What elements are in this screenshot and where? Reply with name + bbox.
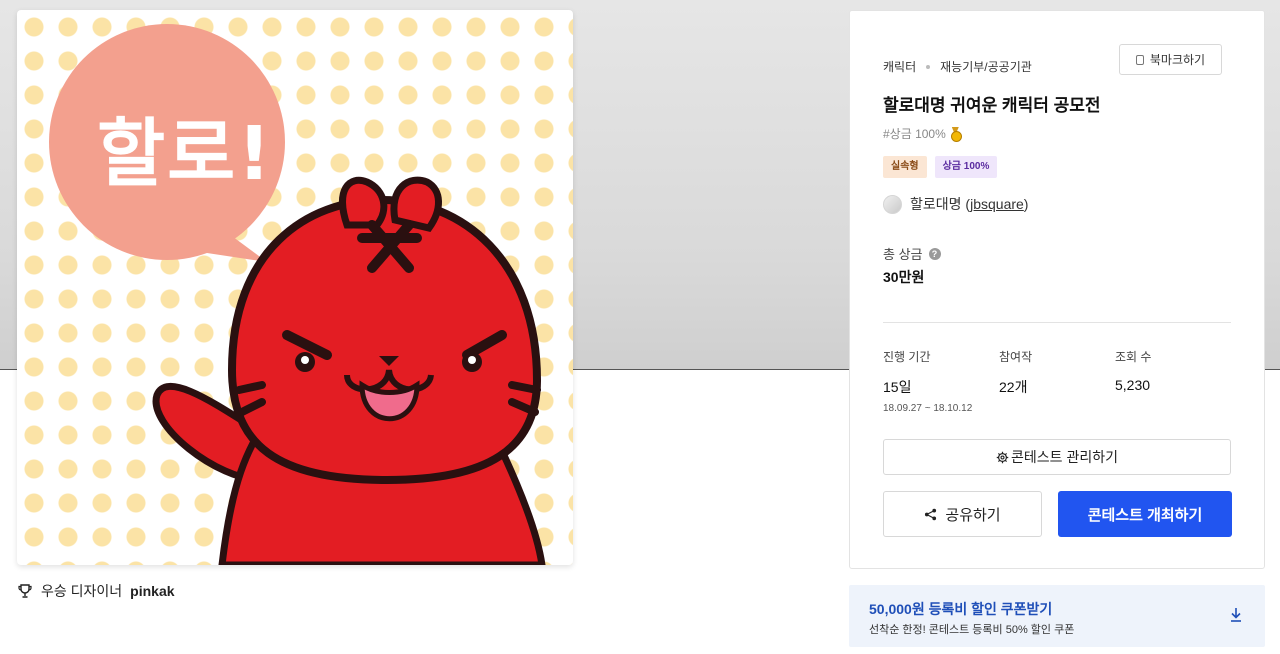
download-icon[interactable]	[1229, 607, 1243, 623]
badge-group: 실속형 상금 100%	[883, 156, 998, 178]
total-prize-label-text: 총 상금	[883, 247, 923, 262]
stat-value: 5,230	[1115, 377, 1151, 393]
share-icon	[925, 508, 937, 520]
help-icon[interactable]: ?	[928, 247, 941, 260]
bubble-text: 할로!	[97, 111, 273, 197]
gear-icon	[996, 451, 1009, 463]
character-ear-left	[339, 176, 388, 229]
host-contest-label: 콘테스트 개최하기	[1087, 506, 1203, 524]
host-info[interactable]: 할로대명 (jbsquare)	[883, 194, 1028, 214]
stat-duration: 진행 기간 15일 18.09.27 ~ 18.10.12	[883, 348, 999, 414]
host-name: 할로대명	[910, 196, 962, 212]
trophy-icon	[18, 584, 32, 598]
host-contest-button[interactable]: 콘테스트 개최하기	[1058, 491, 1232, 537]
breadcrumb-subcategory[interactable]: 재능기부/공공기관	[940, 58, 1032, 75]
range-start: 18.09.27	[883, 403, 922, 414]
stat-value: 22개	[999, 379, 1028, 395]
stat-date-range: 18.09.27 ~ 18.10.12	[883, 403, 999, 414]
stat-entries: 참여작 22개	[999, 348, 1115, 414]
breadcrumb-separator	[926, 64, 931, 69]
winner-prefix: 우승 디자이너	[41, 583, 123, 599]
host-avatar	[883, 194, 902, 214]
breadcrumb: 캐릭터 재능기부/공공기관	[883, 58, 1032, 75]
coupon-banner[interactable]: 50,000원 등록비 할인 쿠폰받기 선착순 한정! 콘테스트 등록비 50%…	[849, 585, 1265, 647]
stat-value: 15일	[883, 379, 912, 395]
bookmark-label: 북마크하기	[1149, 53, 1206, 67]
stat-label: 참여작	[999, 350, 1033, 364]
winner-line: 우승 디자이너 pinkak	[17, 581, 175, 601]
plan-type-badge: 실속형	[883, 156, 927, 178]
contest-title: 할로대명 귀여운 캐릭터 공모전	[883, 96, 1101, 115]
host-name-line: 할로대명 (jbsquare)	[910, 196, 1029, 212]
character-ear-right	[390, 176, 442, 232]
bookmark-button[interactable]: 북마크하기	[1119, 44, 1222, 75]
stat-label: 진행 기간	[883, 350, 931, 364]
manage-contest-button[interactable]: 콘테스트 관리하기	[883, 439, 1231, 475]
divider	[883, 322, 1231, 323]
share-label: 공유하기	[945, 506, 1001, 524]
stat-views: 조회 수 5,230	[1115, 348, 1231, 414]
medal-icon	[950, 127, 962, 142]
contest-stats: 진행 기간 15일 18.09.27 ~ 18.10.12 참여작 22개 조회…	[883, 348, 1231, 414]
hashtag-line: #상금 100%	[883, 125, 962, 142]
prize-badge: 상금 100%	[934, 156, 998, 178]
host-handle-link[interactable]: jbsquare	[970, 196, 1024, 212]
contest-info-card: 캐릭터 재능기부/공공기관 북마크하기 할로대명 귀여운 캐릭터 공모전 #상금…	[849, 10, 1265, 569]
bookmark-icon	[1135, 54, 1144, 65]
coupon-subtitle: 선착순 한정! 콘테스트 등록비 50% 할인 쿠폰	[869, 624, 1075, 636]
total-prize-value: 30만원	[883, 269, 925, 285]
manage-contest-label: 콘테스트 관리하기	[1011, 449, 1118, 465]
share-button[interactable]: 공유하기	[883, 491, 1042, 537]
winning-artwork[interactable]: 할로!	[17, 10, 573, 565]
range-end: 18.10.12	[933, 403, 973, 414]
coupon-title: 50,000원 등록비 할인 쿠폰받기	[869, 601, 1053, 617]
range-separator: ~	[924, 403, 931, 414]
breadcrumb-category[interactable]: 캐릭터	[883, 58, 916, 75]
stat-label: 조회 수	[1115, 350, 1152, 364]
hashtag-text[interactable]: #상금 100%	[883, 125, 946, 142]
winner-name[interactable]: pinkak	[130, 583, 174, 599]
total-prize-label: 총 상금 ?	[883, 244, 941, 263]
